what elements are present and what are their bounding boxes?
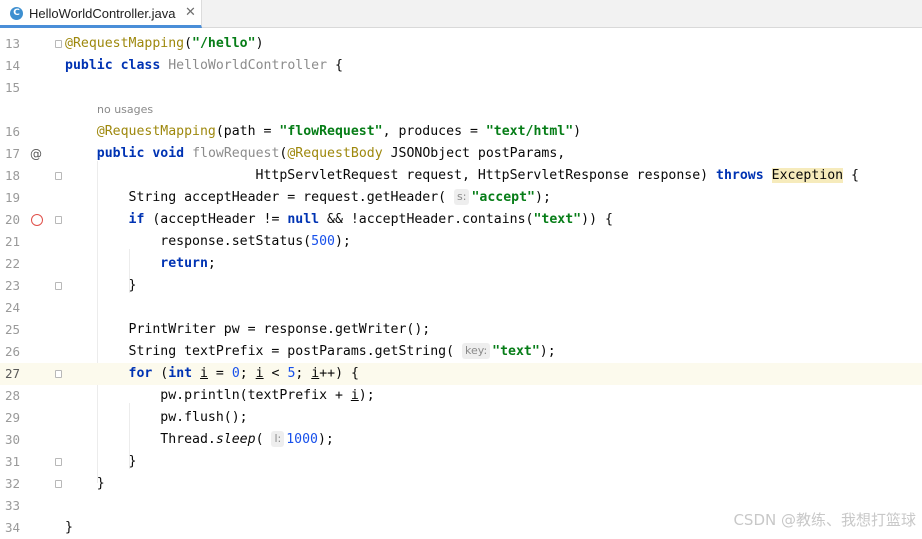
code-line-current: 27 for (int i = 0; i < 5; i++) { (0, 363, 922, 385)
code-line: 31 } (0, 451, 922, 473)
mapping-gutter-icon[interactable]: @ (30, 143, 42, 165)
code-line: 28 pw.println(textPrefix + i); (0, 385, 922, 407)
code-line: 19 String acceptHeader = request.getHead… (0, 187, 922, 209)
code-text: Thread.sleep( l: 1000); (65, 431, 334, 447)
code-line: 30 Thread.sleep( l: 1000); (0, 429, 922, 451)
line-number: 34 (4, 520, 20, 535)
line-number: 31 (4, 454, 20, 469)
line-number: 14 (4, 58, 20, 73)
fold-marker[interactable] (55, 370, 62, 378)
fold-marker[interactable] (55, 172, 62, 180)
code-line: 21 response.setStatus(500); (0, 231, 922, 253)
line-number: 13 (4, 36, 20, 51)
code-line: 14 public class HelloWorldController { (0, 55, 922, 77)
code-line: 29 pw.flush(); (0, 407, 922, 429)
line-number: 15 (4, 80, 20, 95)
line-number: 27 (4, 366, 20, 381)
code-editor[interactable]: 13 @RequestMapping("/hello") 14 public c… (0, 29, 922, 535)
code-text: String textPrefix = postParams.getString… (65, 343, 556, 359)
fold-marker[interactable] (55, 216, 62, 224)
editor-tab-bar: C HelloWorldController.java ✕ (0, 0, 922, 28)
code-line: 16 @RequestMapping(path = "flowRequest",… (0, 121, 922, 143)
code-text: response.setStatus(500); (65, 234, 351, 249)
code-text: } (65, 278, 137, 293)
code-text: pw.println(textPrefix + i); (65, 388, 375, 403)
line-number: 32 (4, 476, 20, 491)
line-number: 17 (4, 146, 20, 161)
fold-marker[interactable] (55, 40, 62, 48)
close-icon[interactable]: ✕ (185, 5, 196, 20)
code-text: @RequestMapping("/hello") (65, 36, 264, 51)
code-line: 22 return; (0, 253, 922, 275)
code-text: } (65, 454, 137, 469)
code-line: 20 if (acceptHeader != null && !acceptHe… (0, 209, 922, 231)
java-class-icon: C (10, 7, 23, 20)
code-line: 13 @RequestMapping("/hello") (0, 33, 922, 55)
tab-title: HelloWorldController.java (29, 6, 176, 21)
code-line: 25 PrintWriter pw = response.getWriter()… (0, 319, 922, 341)
code-text: @RequestMapping(path = "flowRequest", pr… (96, 124, 582, 139)
line-number: 25 (4, 322, 20, 337)
code-text: public void flowRequest(@RequestBody JSO… (96, 146, 566, 161)
line-number: 30 (4, 432, 20, 447)
line-number: 20 (4, 212, 20, 227)
line-number: 26 (4, 344, 20, 359)
code-line: 23 } (0, 275, 922, 297)
code-text: String acceptHeader = request.getHeader(… (65, 189, 551, 205)
param-hint: key: (461, 343, 491, 359)
code-line: 26 String textPrefix = postParams.getStr… (0, 341, 922, 363)
line-number: 28 (4, 388, 20, 403)
line-number: 21 (4, 234, 20, 249)
watermark: CSDN @教练、我想打篮球 (733, 511, 916, 529)
code-line: 17 @ public void flowRequest(@RequestBod… (0, 143, 922, 165)
fold-marker[interactable] (55, 458, 62, 466)
line-number: 23 (4, 278, 20, 293)
fold-marker[interactable] (55, 282, 62, 290)
param-hint: s: (454, 189, 470, 205)
line-number: 16 (4, 124, 20, 139)
line-number: 18 (4, 168, 20, 183)
line-number: 22 (4, 256, 20, 271)
code-line: 32 } (0, 473, 922, 495)
breakpoint-icon[interactable] (31, 214, 43, 226)
code-text: for (int i = 0; i < 5; i++) { (128, 366, 359, 381)
line-number: 19 (4, 190, 20, 205)
code-text: pw.flush(); (65, 410, 248, 425)
no-usages-hint[interactable]: no usages (97, 99, 153, 121)
code-text: return; (160, 256, 216, 271)
code-line: 15 (0, 77, 922, 99)
line-number: 29 (4, 410, 20, 425)
code-line: 24 (0, 297, 922, 319)
code-text: } (65, 520, 73, 535)
inlay-hint-row: no usages (0, 99, 922, 121)
code-text: public class HelloWorldController { (65, 58, 343, 73)
code-text: HttpServletRequest request, HttpServletR… (65, 168, 859, 183)
fold-marker[interactable] (55, 480, 62, 488)
code-line: 18 HttpServletRequest request, HttpServl… (0, 165, 922, 187)
param-hint: l: (271, 431, 285, 447)
line-number: 33 (4, 498, 20, 513)
tab-helloworldcontroller[interactable]: C HelloWorldController.java ✕ (0, 0, 202, 28)
code-text: if (acceptHeader != null && !acceptHeade… (128, 212, 613, 227)
code-text: } (65, 476, 105, 491)
line-number: 24 (4, 300, 20, 315)
code-text: PrintWriter pw = response.getWriter(); (65, 322, 431, 337)
